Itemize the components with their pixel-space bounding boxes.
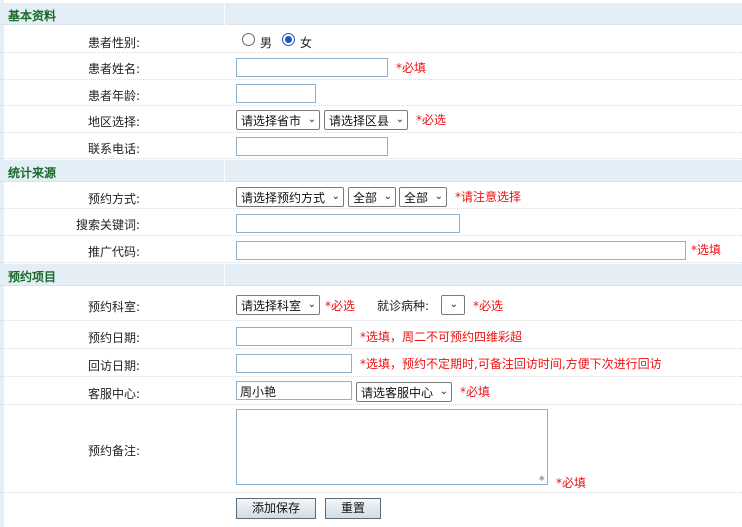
name-label: 患者姓名: — [87, 62, 140, 76]
method-note: *请注意选择 — [455, 190, 522, 204]
method-sub-select-1[interactable]: 全部 ⌄ — [348, 187, 396, 207]
row-gender: 患者性别: 男 女 — [0, 27, 742, 53]
age-label: 患者年龄: — [87, 89, 140, 103]
method-sub-select-2-value: 全部 — [404, 191, 429, 205]
service-select-value: 请选客服中心 — [361, 386, 434, 400]
remark-label: 预约备注: — [87, 444, 140, 458]
section-header-source: 统计来源 — [0, 160, 742, 182]
region-required-note: *必选 — [416, 113, 447, 127]
dept-select[interactable]: 请选择科室 ⌄ — [236, 295, 320, 315]
chevron-down-icon: ⌄ — [383, 191, 392, 202]
gender-radio-male[interactable] — [242, 33, 255, 46]
section-header-basic: 基本资料 — [0, 3, 742, 25]
chevron-down-icon: ⌄ — [439, 386, 448, 397]
service-label: 客服中心: — [87, 387, 140, 401]
province-select-value: 请选择省市 — [241, 114, 302, 128]
row-region: 地区选择: 请选择省市 ⌄ 请选择区县 ⌄ *必选 — [0, 106, 742, 133]
section-divider — [224, 160, 225, 182]
method-sub-select-2[interactable]: 全部 ⌄ — [399, 187, 447, 207]
method-select-value: 请选择预约方式 — [241, 191, 326, 205]
phone-input[interactable] — [236, 137, 388, 156]
section-header-appointment: 预约项目 — [0, 264, 742, 286]
reset-button[interactable]: 重置 — [325, 498, 381, 519]
row-service: 客服中心: 周小艳 请选客服中心 ⌄ *必填 — [0, 377, 742, 405]
revisit-note: *选填，预约不定期时,可备注回访时间,方便下次进行回访 — [360, 357, 662, 371]
county-select[interactable]: 请选择区县 ⌄ — [324, 110, 408, 130]
service-required-note: *必填 — [460, 385, 491, 399]
section-title-source: 统计来源 — [8, 166, 57, 180]
dept-label: 预约科室: — [87, 300, 140, 314]
gender-option-male: 男 — [260, 36, 273, 50]
method-sub-select-1-value: 全部 — [353, 191, 378, 205]
dept-select-value: 请选择科室 — [241, 299, 302, 313]
row-method: 预约方式: 请选择预约方式 ⌄ 全部 ⌄ 全部 ⌄ *请注意选择 — [0, 183, 742, 209]
resize-grip-icon[interactable]: ∗ — [538, 475, 546, 484]
section-divider — [224, 264, 225, 286]
county-select-value: 请选择区县 — [329, 114, 390, 128]
phone-label: 联系电话: — [87, 142, 140, 156]
keyword-input[interactable] — [236, 214, 460, 233]
revisit-label: 回访日期: — [87, 359, 140, 373]
row-dept: 预约科室: 请选择科室 ⌄ *必选 就诊病种: ⌄ *必选 — [0, 287, 742, 321]
row-revisit: 回访日期: *选填，预约不定期时,可备注回访时间,方便下次进行回访 — [0, 349, 742, 377]
save-button[interactable]: 添加保存 — [236, 498, 316, 519]
section-title-appointment: 预约项目 — [8, 270, 57, 284]
chevron-down-icon: ⌄ — [331, 191, 340, 202]
promo-note: *选填 — [691, 243, 722, 257]
disease-required-note: *必选 — [473, 299, 504, 313]
chevron-down-icon: ⌄ — [395, 114, 404, 125]
section-divider — [224, 3, 225, 25]
date-input[interactable] — [236, 327, 352, 346]
disease-label: 就诊病种: — [377, 299, 430, 313]
row-name: 患者姓名: *必填 — [0, 53, 742, 80]
province-select[interactable]: 请选择省市 ⌄ — [236, 110, 320, 130]
gender-radio-female[interactable] — [282, 33, 295, 46]
remark-textarea[interactable]: ∗ — [236, 409, 548, 485]
service-select[interactable]: 请选客服中心 ⌄ — [356, 382, 452, 402]
chevron-down-icon: ⌄ — [307, 114, 316, 125]
row-date: 预约日期: *选填，周二不可预约四维彩超 — [0, 321, 742, 349]
row-promo: 推广代码: *选填 — [0, 236, 742, 263]
gender-option-female: 女 — [300, 36, 313, 50]
chevron-down-icon: ⌄ — [449, 299, 458, 310]
row-phone: 联系电话: — [0, 133, 742, 159]
remark-required-note: *必填 — [556, 476, 587, 490]
revisit-input[interactable] — [236, 354, 352, 373]
chevron-down-icon: ⌄ — [434, 191, 443, 202]
disease-select[interactable]: ⌄ — [441, 295, 465, 315]
chevron-down-icon: ⌄ — [307, 299, 316, 310]
section-title-basic: 基本资料 — [8, 9, 57, 23]
name-required-note: *必填 — [396, 61, 427, 75]
row-keyword: 搜索关键词: — [0, 209, 742, 236]
date-note: *选填，周二不可预约四维彩超 — [360, 330, 523, 344]
method-label: 预约方式: — [87, 192, 140, 206]
date-label: 预约日期: — [87, 331, 140, 345]
promo-input[interactable] — [236, 241, 686, 260]
keyword-label: 搜索关键词: — [75, 218, 140, 232]
promo-label: 推广代码: — [87, 245, 140, 259]
dept-required-note: *必选 — [325, 299, 356, 313]
row-age: 患者年龄: — [0, 80, 742, 106]
method-select[interactable]: 请选择预约方式 ⌄ — [236, 187, 344, 207]
age-input[interactable] — [236, 84, 316, 103]
row-remark: 预约备注: ∗ *必填 — [0, 405, 742, 493]
name-input[interactable] — [236, 58, 388, 77]
region-label: 地区选择: — [87, 115, 140, 129]
gender-label: 患者性别: — [87, 36, 140, 50]
service-input[interactable]: 周小艳 — [236, 381, 352, 400]
